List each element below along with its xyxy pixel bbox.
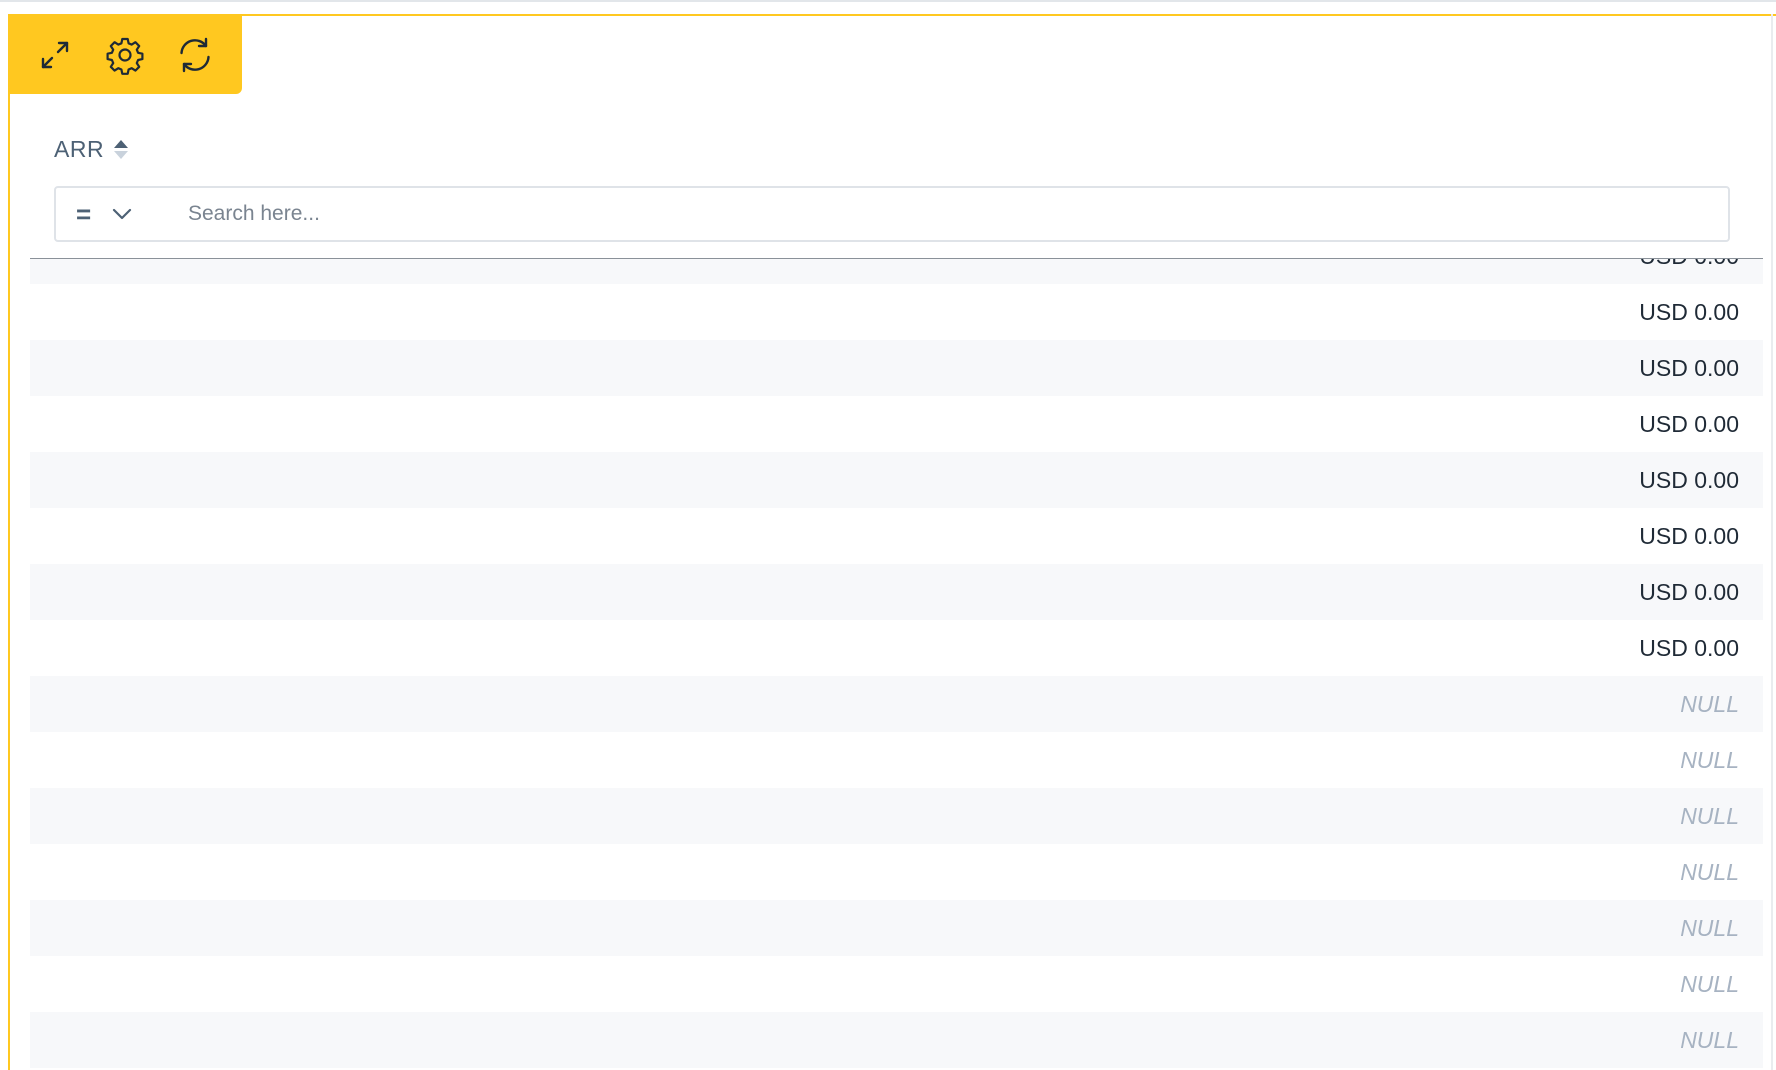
cell-value: USD 0.00 <box>1639 354 1739 381</box>
refresh-button[interactable] <box>172 32 218 78</box>
table-row[interactable]: NULL <box>30 732 1763 788</box>
null-value: NULL <box>1680 970 1739 997</box>
table-row[interactable]: NULL <box>30 900 1763 956</box>
settings-button[interactable] <box>102 32 148 78</box>
cell-value: USD 0.00 <box>1639 410 1739 437</box>
table-row[interactable]: NULL <box>30 844 1763 900</box>
null-value: NULL <box>1680 690 1739 717</box>
cell-value: USD 0.00 <box>1639 259 1739 270</box>
value-list[interactable]: USD 0.00 USD 0.00 USD 0.00 USD 0.00 USD … <box>30 259 1763 1070</box>
panel-right-border <box>1771 14 1773 1070</box>
cell-value: USD 0.00 <box>1639 634 1739 661</box>
table-row[interactable]: NULL <box>30 956 1763 1012</box>
table-row[interactable]: USD 0.00 <box>30 508 1763 564</box>
null-value: NULL <box>1680 746 1739 773</box>
cell-value: USD 0.00 <box>1639 466 1739 493</box>
null-value: NULL <box>1680 802 1739 829</box>
column-filter: = <box>54 186 1730 242</box>
table-row[interactable]: USD 0.00 <box>30 259 1763 284</box>
chevron-down-icon <box>113 208 132 220</box>
table-row[interactable]: USD 0.00 <box>30 620 1763 676</box>
search-input[interactable] <box>186 201 1690 227</box>
panel-toolbar <box>10 16 242 94</box>
table-row[interactable]: USD 0.00 <box>30 340 1763 396</box>
cell-value: USD 0.00 <box>1639 578 1739 605</box>
table-row[interactable]: USD 0.00 <box>30 452 1763 508</box>
filter-operator-dropdown[interactable]: = <box>56 201 172 227</box>
table-row[interactable]: NULL <box>30 676 1763 732</box>
column-panel: ARR = USD 0.00 USD 0.00 USD 0.00 USD 0.0… <box>8 14 1776 1070</box>
table-row[interactable]: NULL <box>30 1012 1763 1068</box>
null-value: NULL <box>1680 1026 1739 1053</box>
expand-button[interactable] <box>32 32 78 78</box>
refresh-icon <box>180 37 210 73</box>
column-header[interactable]: ARR <box>54 136 130 163</box>
null-value: NULL <box>1680 914 1739 941</box>
table-row[interactable]: USD 0.00 <box>30 284 1763 340</box>
gear-icon <box>106 37 144 75</box>
null-value: NULL <box>1680 858 1739 885</box>
sort-ascending-icon[interactable] <box>112 138 130 162</box>
table-row[interactable]: USD 0.00 <box>30 396 1763 452</box>
top-border <box>0 0 1776 2</box>
filter-operator-label: = <box>76 199 92 229</box>
expand-icon <box>41 41 69 69</box>
table-row[interactable]: NULL <box>30 788 1763 844</box>
column-header-label: ARR <box>54 136 105 162</box>
cell-value: USD 0.00 <box>1639 298 1739 325</box>
cell-value: USD 0.00 <box>1639 522 1739 549</box>
table-row[interactable]: USD 0.00 <box>30 564 1763 620</box>
